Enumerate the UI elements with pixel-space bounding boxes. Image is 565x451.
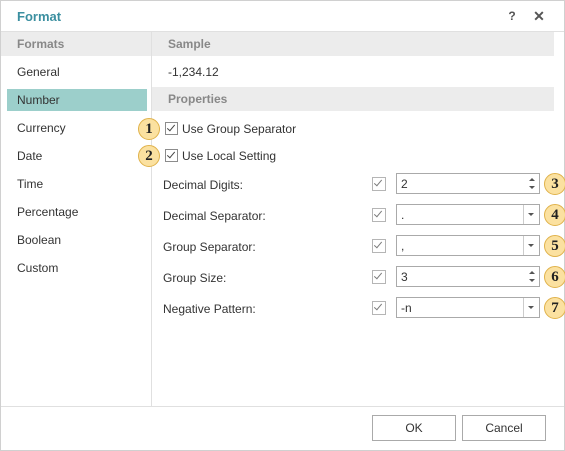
format-item-boolean[interactable]: Boolean (7, 229, 147, 251)
callout-badge-4: 4 (544, 204, 565, 226)
ok-button[interactable]: OK (372, 415, 456, 441)
format-item-date[interactable]: Date (7, 145, 147, 167)
group-separator-checkbox[interactable] (372, 239, 386, 253)
chevron-down-icon[interactable] (523, 298, 539, 317)
properties-header: Properties (152, 87, 554, 111)
sample-value: -1,234.12 (168, 65, 219, 79)
spin-arrows-icon[interactable] (527, 268, 537, 285)
chevron-down-icon[interactable] (523, 205, 539, 224)
decimal-separator-checkbox[interactable] (372, 208, 386, 222)
group-size-label: Group Size: (163, 271, 227, 285)
decimal-separator-value: . (401, 208, 405, 222)
format-item-time[interactable]: Time (7, 173, 147, 195)
format-item-custom[interactable]: Custom (7, 257, 147, 279)
callout-badge-1: 1 (138, 118, 160, 140)
dialog-title: Format (17, 9, 62, 24)
negative-pattern-dropdown[interactable]: -n (396, 297, 540, 318)
formats-header: Formats (1, 32, 151, 56)
decimal-separator-label: Decimal Separator: (163, 209, 266, 223)
callout-badge-5: 5 (544, 235, 565, 257)
decimal-digits-label: Decimal Digits: (163, 178, 244, 192)
group-size-checkbox[interactable] (372, 270, 386, 284)
negative-pattern-checkbox[interactable] (372, 301, 386, 315)
use-group-separator-checkbox[interactable] (165, 122, 178, 135)
sample-header: Sample (152, 32, 554, 56)
chevron-down-icon[interactable] (523, 236, 539, 255)
help-button[interactable]: ? (503, 7, 521, 25)
format-item-percentage[interactable]: Percentage (7, 201, 147, 223)
use-local-setting-label: Use Local Setting (182, 149, 277, 163)
callout-badge-7: 7 (544, 297, 565, 319)
dialog-footer: OK Cancel (1, 406, 564, 451)
close-button[interactable]: ✕ (530, 7, 548, 25)
callout-badge-6: 6 (544, 266, 565, 288)
formats-pane: Formats General Number Currency Date Tim… (1, 32, 152, 406)
decimal-separator-dropdown[interactable]: . (396, 204, 540, 225)
group-separator-dropdown[interactable]: , (396, 235, 540, 256)
callout-badge-3: 3 (544, 173, 565, 195)
spin-arrows-icon[interactable] (527, 175, 537, 192)
group-separator-value: , (401, 239, 405, 253)
negative-pattern-value: -n (401, 301, 412, 315)
title-bar: Format ? ✕ (1, 1, 564, 32)
format-item-number[interactable]: Number (7, 89, 147, 111)
group-size-stepper[interactable]: 3 (396, 266, 540, 287)
format-item-currency[interactable]: Currency (7, 117, 147, 139)
decimal-digits-value: 2 (401, 177, 408, 191)
format-item-general[interactable]: General (7, 61, 147, 83)
group-size-value: 3 (401, 270, 408, 284)
use-group-separator-label: Use Group Separator (182, 122, 297, 136)
decimal-digits-checkbox[interactable] (372, 177, 386, 191)
use-local-setting-checkbox[interactable] (165, 149, 178, 162)
format-dialog: Format ? ✕ Formats General Number Curren… (0, 0, 565, 451)
settings-pane: Sample -1,234.12 Properties 1 Use Group … (138, 32, 565, 406)
cancel-button[interactable]: Cancel (462, 415, 546, 441)
decimal-digits-stepper[interactable]: 2 (396, 173, 540, 194)
callout-badge-2: 2 (138, 145, 160, 167)
group-separator-label: Group Separator: (163, 240, 256, 254)
negative-pattern-label: Negative Pattern: (163, 302, 256, 316)
